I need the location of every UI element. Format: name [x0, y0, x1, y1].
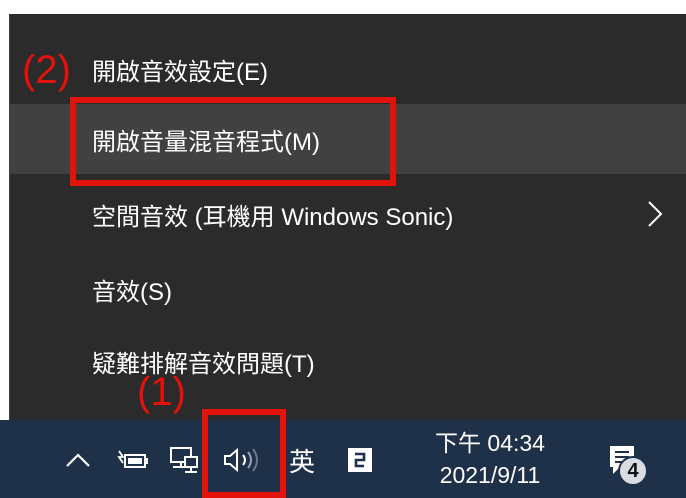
- taskbar-clock-time[interactable]: 下午 04:34: [420, 424, 560, 458]
- menu-item-open-sound-settings[interactable]: 開啟音效設定(E): [10, 34, 686, 104]
- action-center-button[interactable]: 4: [594, 436, 654, 490]
- menu-item-label: 空間音效 (耳機用 Windows Sonic): [92, 203, 454, 231]
- ime-mode-icon: [348, 448, 372, 472]
- power-button[interactable]: [110, 440, 154, 480]
- chevron-right-icon: [648, 201, 663, 227]
- network-icon: [170, 447, 198, 473]
- ime-mode-button[interactable]: [340, 440, 380, 480]
- chevron-up-icon: [66, 453, 90, 467]
- menu-item-sounds[interactable]: 音效(S): [10, 254, 686, 324]
- annotation-step-1-label: (1): [137, 370, 186, 414]
- top-strip: [0, 0, 686, 14]
- annotation-step-2-label: (2): [22, 48, 71, 92]
- network-button[interactable]: [162, 440, 206, 480]
- sound-context-menu: 開啟音效設定(E) 開啟音量混音程式(M) 空間音效 (耳機用 Windows …: [9, 14, 686, 420]
- menu-item-troubleshoot-sound[interactable]: 疑難排解音效問題(T): [10, 326, 686, 396]
- menu-item-label: 開啟音效設定(E): [92, 58, 268, 86]
- battery-icon: [117, 450, 148, 468]
- menu-item-spatial-sound[interactable]: 空間音效 (耳機用 Windows Sonic): [10, 179, 686, 249]
- menu-item-label: 音效(S): [92, 278, 172, 306]
- notification-count-badge: 4: [618, 456, 648, 486]
- show-hidden-icons-button[interactable]: [58, 440, 98, 480]
- annotation-box-volume-icon: [202, 409, 286, 498]
- taskbar-clock-date[interactable]: 2021/9/11: [412, 462, 568, 489]
- annotation-box-volume-mixer: [70, 97, 396, 186]
- menu-item-label: 疑難排解音效問題(T): [92, 350, 315, 378]
- ime-language-button[interactable]: 英: [282, 440, 322, 480]
